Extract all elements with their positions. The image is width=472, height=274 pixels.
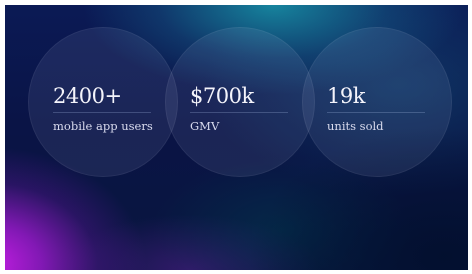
stat-card-users: 2400+ mobile app users <box>28 27 178 177</box>
stats-row: 2400+ mobile app users $700k GMV 19k uni… <box>5 5 468 270</box>
stat-card-gmv: $700k GMV <box>165 27 315 177</box>
stat-divider <box>327 112 425 113</box>
stat-content: 2400+ mobile app users <box>53 83 153 133</box>
stat-label: mobile app users <box>53 119 153 133</box>
stat-content: $700k GMV <box>190 83 290 133</box>
stat-content: 19k units sold <box>327 83 427 133</box>
stat-card-units: 19k units sold <box>302 27 452 177</box>
stat-divider <box>190 112 288 113</box>
stats-slide: 2400+ mobile app users $700k GMV 19k uni… <box>5 5 468 270</box>
stat-value: 2400+ <box>53 84 122 108</box>
stat-value: 19k <box>327 84 365 108</box>
stat-label: GMV <box>190 119 220 133</box>
stat-divider <box>53 112 151 113</box>
stat-value: $700k <box>190 84 254 108</box>
stat-label: units sold <box>327 119 384 133</box>
